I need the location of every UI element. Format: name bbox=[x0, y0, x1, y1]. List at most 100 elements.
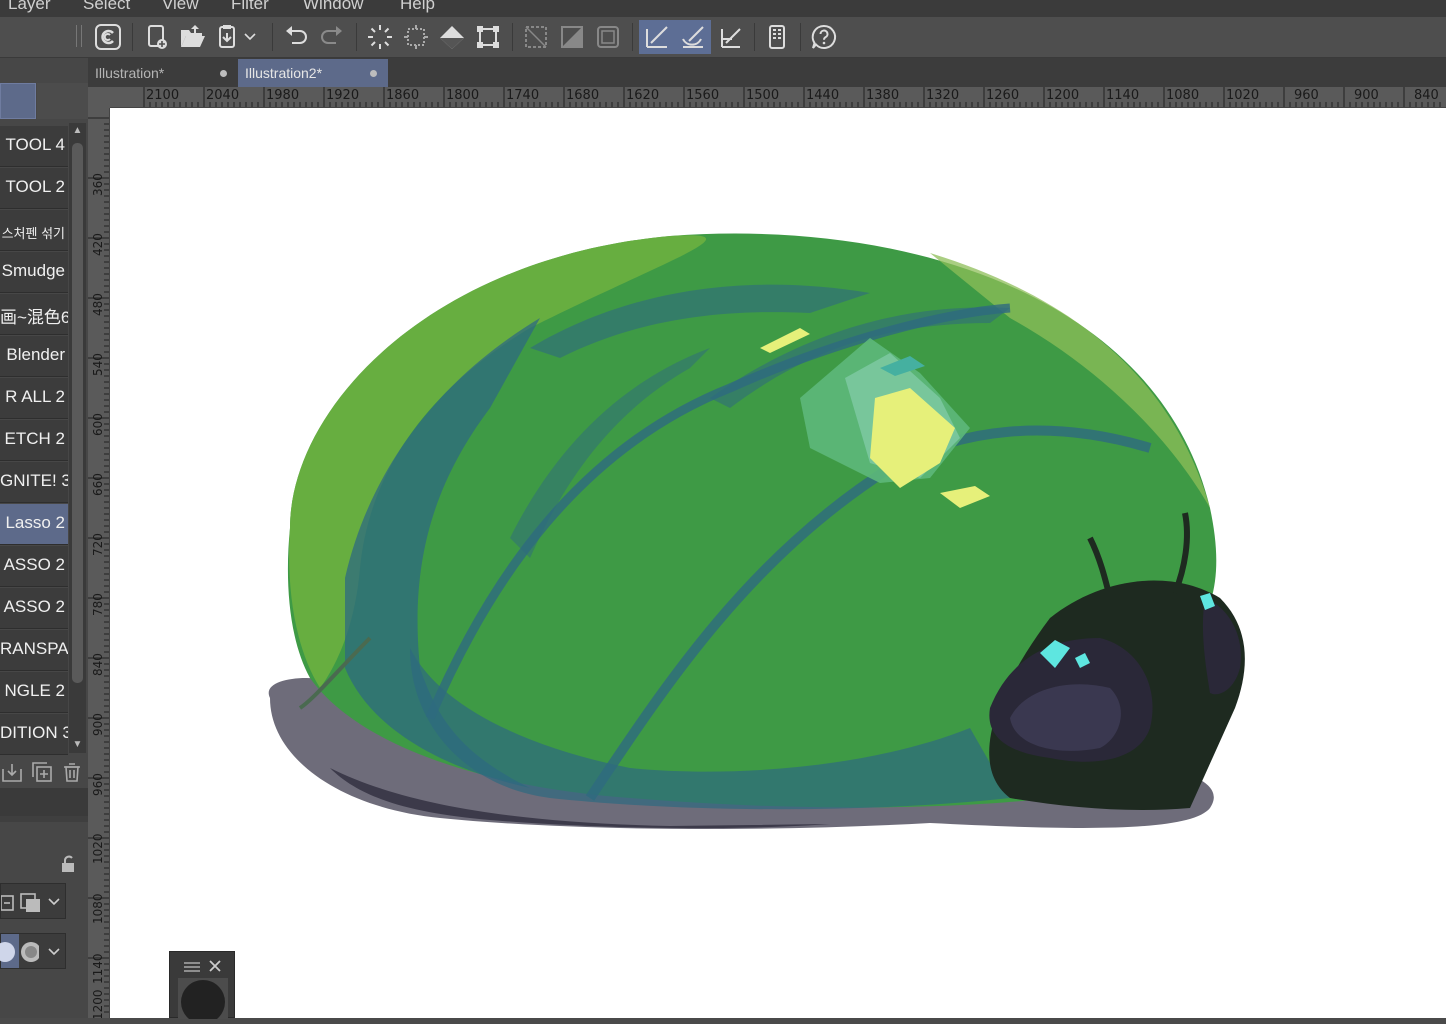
ruler-label: 1440 bbox=[806, 88, 840, 103]
tab-label: Illustration2* bbox=[245, 65, 323, 81]
ruler-label: 1020 bbox=[91, 833, 105, 864]
ruler-label: 1080 bbox=[91, 893, 105, 924]
sub-tool-panel: TOOL 4 TOOL 2 스처펜 섞기 Smudge 画~混色6 Blende… bbox=[0, 58, 88, 1018]
ruler-label: 720 bbox=[91, 533, 105, 556]
ruler-label: 960 bbox=[1294, 88, 1319, 103]
ruler-label: 1260 bbox=[986, 88, 1020, 103]
ruler-label: 840 bbox=[91, 653, 105, 676]
scroll-up-icon[interactable]: ▲ bbox=[69, 123, 86, 139]
list-item[interactable]: GNITE! 3 bbox=[0, 462, 68, 503]
tab-illustration[interactable]: Illustration* bbox=[88, 59, 236, 87]
tab-label: Illustration* bbox=[95, 65, 165, 81]
ruler-label: 2100 bbox=[146, 88, 180, 103]
list-item[interactable]: TOOL 2 bbox=[0, 168, 68, 209]
ruler-label: 1140 bbox=[91, 953, 105, 984]
ruler-icon[interactable] bbox=[591, 20, 625, 54]
ruler-label: 780 bbox=[91, 593, 105, 616]
transform-icon[interactable] bbox=[471, 20, 505, 54]
ruler-label: 1320 bbox=[926, 88, 960, 103]
menu-filter[interactable]: Filter bbox=[231, 0, 269, 14]
ruler-label: 1200 bbox=[91, 989, 105, 1018]
menu-help[interactable]: Help bbox=[400, 0, 435, 14]
ruler-label: 1200 bbox=[1046, 88, 1080, 103]
list-item[interactable]: ASSO 2 bbox=[0, 588, 68, 629]
brush-preview-panel[interactable] bbox=[169, 951, 235, 1024]
deselect-icon[interactable] bbox=[399, 20, 433, 54]
list-item[interactable]: RANSPA bbox=[0, 630, 68, 671]
lock-icon[interactable] bbox=[56, 852, 80, 876]
command-bar bbox=[0, 17, 1446, 58]
new-canvas-icon[interactable] bbox=[140, 20, 174, 54]
ruler-label: 1980 bbox=[266, 88, 300, 103]
sub-tool-group-tab[interactable] bbox=[0, 83, 36, 119]
menu-select[interactable]: Select bbox=[83, 0, 130, 14]
snap-grid-icon[interactable] bbox=[713, 20, 747, 54]
scroll-down-icon[interactable]: ▼ bbox=[69, 737, 86, 753]
close-icon bbox=[209, 960, 221, 972]
ruler-label: 1560 bbox=[686, 88, 720, 103]
beetle-painting bbox=[268, 233, 1245, 830]
ruler-label: 540 bbox=[91, 353, 105, 376]
list-item[interactable]: ASSO 2 bbox=[0, 546, 68, 587]
drawing-canvas[interactable] bbox=[110, 108, 1446, 1018]
fill-icon[interactable] bbox=[435, 20, 469, 54]
tablet-icon[interactable] bbox=[760, 20, 794, 54]
redo-icon[interactable] bbox=[315, 20, 349, 54]
toolbar-grip[interactable] bbox=[76, 25, 82, 47]
menu-icon bbox=[184, 962, 200, 972]
select-all-icon[interactable] bbox=[363, 20, 397, 54]
horizontal-ruler: 2100 2040 1980 1920 1860 1800 1740 1680 … bbox=[110, 87, 1446, 108]
list-item[interactable]: ETCH 2 bbox=[0, 420, 68, 461]
snap-ruler-icon[interactable] bbox=[639, 20, 675, 54]
help-icon[interactable] bbox=[807, 20, 841, 54]
open-folder-icon[interactable] bbox=[176, 20, 210, 54]
undo-icon[interactable] bbox=[279, 20, 313, 54]
duplicate-subtool-icon[interactable] bbox=[30, 760, 54, 784]
ruler-label: 1020 bbox=[1226, 88, 1260, 103]
ruler-label: 360 bbox=[91, 173, 105, 196]
list-item[interactable]: Smudge bbox=[0, 252, 68, 293]
list-item[interactable]: 스처펜 섞기 bbox=[0, 210, 68, 251]
unsaved-dot-icon bbox=[370, 70, 377, 77]
ruler-label: 900 bbox=[91, 713, 105, 736]
ruler-label: 480 bbox=[91, 293, 105, 316]
delete-subtool-icon[interactable] bbox=[60, 760, 84, 784]
document-tabs: Illustration* Illustration2* bbox=[88, 58, 1446, 87]
list-item[interactable]: 画~混色6 bbox=[0, 294, 68, 335]
list-item-selected[interactable]: Lasso 2 bbox=[0, 504, 68, 545]
panel-divider bbox=[0, 788, 88, 816]
menu-view[interactable]: View bbox=[162, 0, 199, 14]
load-subtool-icon[interactable] bbox=[0, 760, 24, 784]
snap-special-icon[interactable] bbox=[675, 20, 711, 54]
list-item[interactable]: NGLE 2 bbox=[0, 672, 68, 713]
ruler-label: 600 bbox=[91, 413, 105, 436]
ruler-label: 1740 bbox=[506, 88, 540, 103]
ruler-label: 1380 bbox=[866, 88, 900, 103]
list-item[interactable]: Blender bbox=[0, 336, 68, 377]
ruler-label: 1140 bbox=[1106, 88, 1140, 103]
show-area-icon[interactable] bbox=[519, 20, 553, 54]
ruler-label: 1500 bbox=[746, 88, 780, 103]
menu-layer[interactable]: Layer bbox=[8, 0, 51, 14]
menu-window[interactable]: Window bbox=[303, 0, 363, 14]
sub-tool-scrollbar[interactable]: ▲ ▼ bbox=[69, 123, 86, 753]
clip-icon[interactable] bbox=[555, 20, 589, 54]
tab-illustration2[interactable]: Illustration2* bbox=[238, 59, 388, 87]
list-item[interactable]: DITION 3 bbox=[0, 714, 68, 755]
ruler-label: 1860 bbox=[386, 88, 420, 103]
vertical-ruler: 360 420 480 540 600 660 720 780 840 900 … bbox=[88, 108, 110, 1018]
ruler-label: 840 bbox=[1414, 88, 1439, 103]
layer-mode-dropdown[interactable] bbox=[0, 883, 66, 919]
list-item[interactable]: TOOL 4 bbox=[0, 126, 68, 167]
ruler-label: 960 bbox=[91, 773, 105, 796]
scroll-thumb[interactable] bbox=[72, 143, 83, 683]
ruler-label: 2040 bbox=[206, 88, 240, 103]
list-item[interactable]: R ALL 2 bbox=[0, 378, 68, 419]
sub-tool-list: TOOL 4 TOOL 2 스처펜 섞기 Smudge 画~混色6 Blende… bbox=[0, 126, 68, 798]
ruler-label: 1680 bbox=[566, 88, 600, 103]
chevron-down-icon[interactable] bbox=[240, 20, 260, 54]
sub-tool-header bbox=[37, 83, 88, 119]
clip-studio-icon[interactable] bbox=[91, 20, 125, 54]
brush-shape-dropdown[interactable] bbox=[0, 933, 66, 969]
menu-bar: Layer Select View Filter Window Help bbox=[0, 0, 1446, 17]
